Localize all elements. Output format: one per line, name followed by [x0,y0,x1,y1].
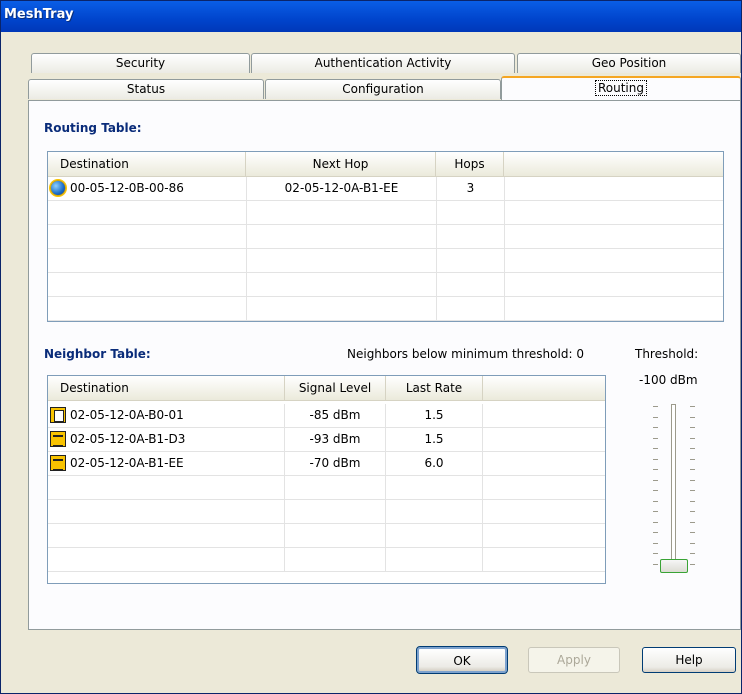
threshold-slider-thumb[interactable] [660,559,688,573]
slider-tick [690,490,695,491]
table-row [48,249,723,273]
mesh-icon [50,455,66,471]
column-signal-level[interactable]: Signal Level [285,376,386,400]
table-row [48,500,605,524]
ok-button[interactable]: OK [416,646,508,674]
threshold-value: -100 dBm [639,373,698,387]
slider-tick [653,416,658,418]
destination-cell: 02-05-12-0A-B1-EE [70,452,285,476]
slider-tick [653,500,658,502]
table-row [48,225,723,249]
apply-button[interactable]: Apply [528,647,620,673]
slider-tick [653,448,658,449]
column-hops[interactable]: Hops [436,152,504,176]
routing-table[interactable]: Destination Next Hop Hops 00-05-12-0B-00… [47,151,724,322]
table-row [48,273,723,297]
tab-label: Authentication Activity [314,56,452,70]
signal-cell: -70 dBm [285,452,386,476]
destination-cell: 02-05-12-0A-B0-01 [70,404,285,428]
node-icon [50,407,66,423]
tab-configuration[interactable]: Configuration [265,79,501,99]
neighbors-below-threshold: Neighbors below minimum threshold: 0 [347,347,584,361]
slider-tick [653,427,658,428]
rate-cell: 1.5 [386,404,483,428]
destination-cell: 00-05-12-0B-00-86 [70,177,247,201]
column-next-hop[interactable]: Next Hop [246,152,436,176]
tab-label: Geo Position [591,56,667,70]
routing-table-heading: Routing Table: [44,121,142,135]
signal-cell: -85 dBm [285,404,386,428]
slider-tick [653,553,658,554]
meshtray-window: MeshTray Security Authentication Activit… [0,0,742,694]
tab-label: Configuration [342,82,424,96]
table-row [48,201,723,225]
slider-tick [653,406,658,407]
threshold-slider-track[interactable] [671,404,676,569]
slider-tick [690,479,695,481]
column-destination[interactable]: Destination [48,376,285,400]
table-row[interactable]: 00-05-12-0B-00-86 02-05-12-0A-B1-EE 3 [48,177,723,201]
tab-status[interactable]: Status [28,79,264,99]
table-row [48,524,605,548]
slider-tick [653,437,658,439]
slider-tick [690,437,695,439]
tab-authentication-activity[interactable]: Authentication Activity [251,53,515,73]
table-row[interactable]: 02-05-12-0A-B0-01 -85 dBm 1.5 [48,404,605,428]
slider-tick [690,416,695,418]
table-row[interactable]: 02-05-12-0A-B1-EE -70 dBm 6.0 [48,452,605,476]
slider-tick [653,479,658,481]
slider-tick [690,406,695,407]
table-row [48,548,605,572]
tab-label: Routing [594,80,648,96]
rate-cell: 1.5 [386,428,483,452]
rate-cell: 6.0 [386,452,483,476]
slider-tick [690,532,695,533]
slider-tick [690,521,695,523]
tab-security[interactable]: Security [31,53,250,73]
hops-cell: 3 [437,177,505,201]
slider-tick [690,448,695,449]
slider-tick [653,521,658,523]
slider-tick [690,458,695,460]
slider-tick [653,563,658,565]
slider-tick [690,427,695,428]
slider-tick [653,511,658,512]
slider-tick [690,511,695,512]
neighbor-table-header: Destination Signal Level Last Rate [48,376,605,401]
tab-routing[interactable]: Routing [501,76,741,100]
help-button[interactable]: Help [642,647,736,673]
table-row [48,476,605,500]
mesh-icon [50,431,66,447]
destination-cell: 02-05-12-0A-B1-D3 [70,428,285,452]
slider-tick [690,553,695,554]
slider-tick [690,469,695,470]
slider-tick [653,542,658,544]
window-title: MeshTray [4,7,74,22]
table-row[interactable]: 02-05-12-0A-B1-D3 -93 dBm 1.5 [48,428,605,452]
tab-geo-position[interactable]: Geo Position [517,53,741,73]
slider-tick [690,500,695,502]
tab-label: Security [115,56,166,70]
threshold-label: Threshold: [635,347,699,361]
slider-tick [653,490,658,491]
column-destination[interactable]: Destination [48,152,246,176]
slider-tick [653,458,658,460]
column-last-rate[interactable]: Last Rate [386,376,483,400]
routing-table-header: Destination Next Hop Hops [48,152,723,177]
signal-cell: -93 dBm [285,428,386,452]
title-bar[interactable]: MeshTray [1,1,741,32]
slider-tick [653,469,658,470]
globe-icon [50,180,66,196]
slider-tick [690,542,695,544]
neighbor-table[interactable]: Destination Signal Level Last Rate 02-05… [47,375,606,584]
neighbor-table-heading: Neighbor Table: [44,347,151,361]
next-hop-cell: 02-05-12-0A-B1-EE [247,177,437,201]
tab-label: Status [126,82,166,96]
slider-tick [690,563,695,565]
table-row [48,297,723,321]
slider-tick [653,532,658,533]
